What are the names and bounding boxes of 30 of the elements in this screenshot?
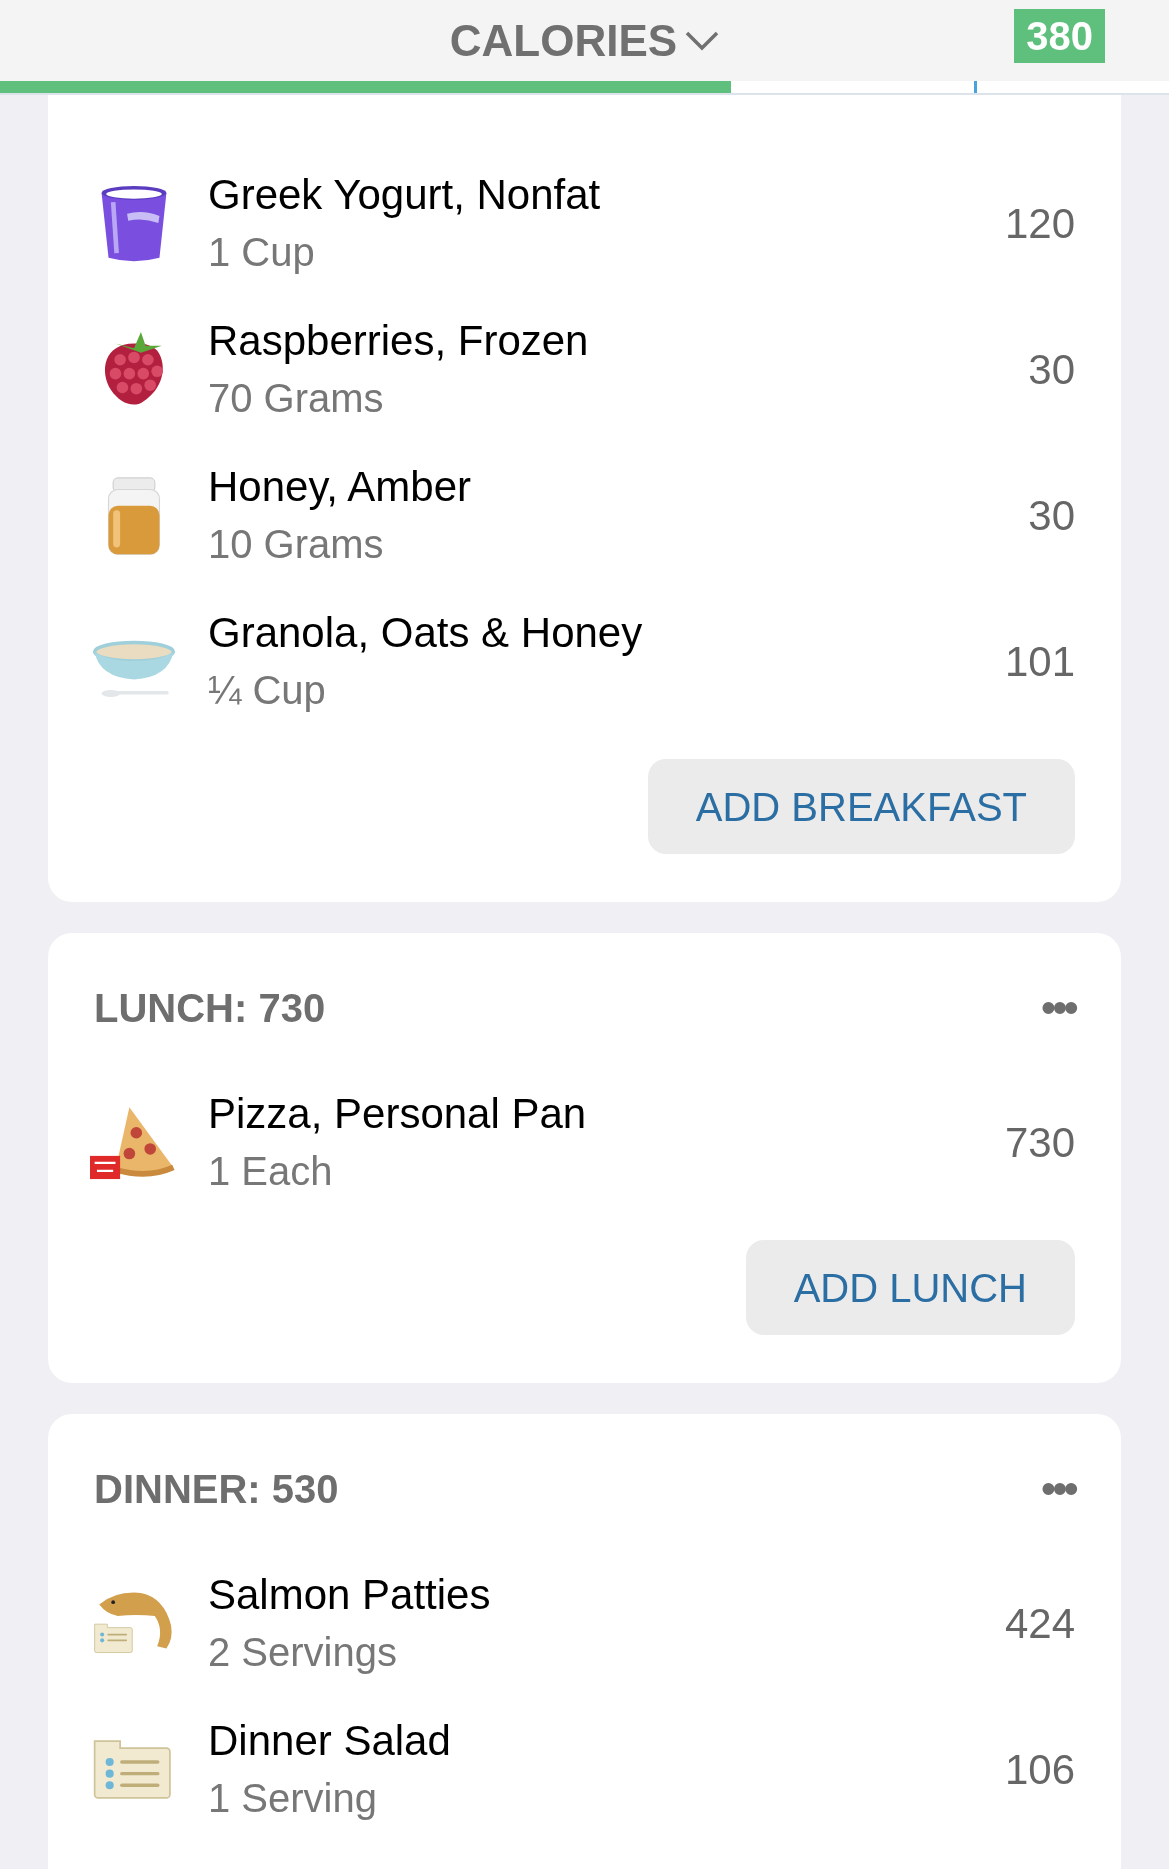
chevron-down-icon xyxy=(685,29,720,52)
food-name: Pizza, Personal Pan xyxy=(208,1089,588,1139)
food-name: Granola, Oats & Honey xyxy=(208,608,644,658)
food-name: Greek Yogurt, Nonfat xyxy=(208,170,602,220)
food-amount: 70 Grams xyxy=(208,375,385,422)
food-amount: 1 Serving xyxy=(208,1775,378,1822)
food-calories: 101 xyxy=(1004,636,1075,687)
food-name: Raspberries, Frozen xyxy=(208,316,590,366)
food-calories: 730 xyxy=(1004,1117,1075,1168)
more-button[interactable]: ••• xyxy=(1040,1467,1075,1511)
food-calories: 120 xyxy=(1004,198,1075,249)
food-calories: 30 xyxy=(1028,490,1075,541)
food-calories: 424 xyxy=(1004,1598,1075,1649)
more-button[interactable]: ••• xyxy=(1040,986,1075,1030)
food-amount: 2 Servings xyxy=(208,1629,398,1676)
add-food-button[interactable]: ADD LUNCH xyxy=(745,1240,1075,1335)
add-food-button[interactable]: ADD BREAKFAST xyxy=(647,759,1075,854)
calorie-badge: 380 xyxy=(1014,9,1105,63)
food-name: Dinner Salad xyxy=(208,1716,452,1766)
food-name: Salmon Patties xyxy=(208,1570,492,1620)
calories-dropdown[interactable]: CALORIES xyxy=(449,7,720,74)
food-name: Honey, Amber xyxy=(208,462,472,512)
food-calories: 30 xyxy=(1028,344,1075,395)
food-calories: 106 xyxy=(1004,1744,1075,1795)
food-amount: 1 Each xyxy=(208,1148,334,1195)
meal-title: DINNER: 530 xyxy=(94,1466,339,1513)
food-amount: 10 Grams xyxy=(208,521,385,568)
meal-title: LUNCH: 730 xyxy=(94,985,326,1032)
food-amount: 1 Cup xyxy=(208,229,316,276)
food-amount: ¼ Cup xyxy=(208,667,327,714)
